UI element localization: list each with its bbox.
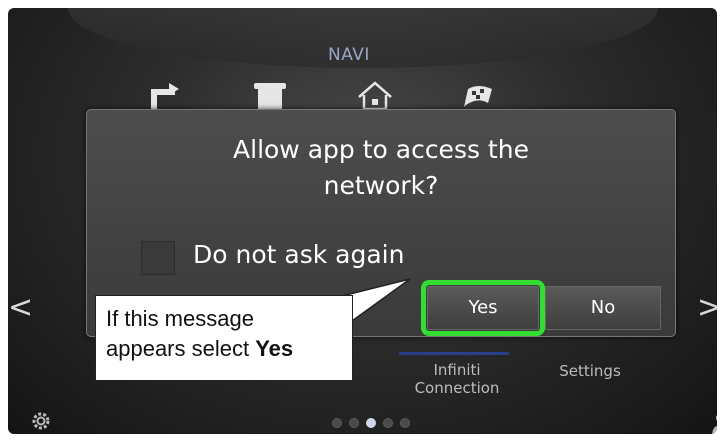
page-dot <box>349 418 359 428</box>
page-dot <box>383 418 393 428</box>
infiniti-connection-button[interactable]: Infiniti Connection <box>407 361 507 397</box>
page-dot <box>400 418 410 428</box>
dialog-title: Allow app to access the network? <box>87 132 675 204</box>
callout-tail-joint <box>333 303 351 319</box>
navi-title: NAVI <box>328 45 370 65</box>
callout-line-2-prefix: appears select <box>106 336 256 361</box>
destination-flag-icon[interactable] <box>458 79 498 111</box>
page-indicator <box>332 418 410 428</box>
callout-line-2: appears select Yes <box>106 334 342 364</box>
next-page-arrow[interactable]: > <box>697 293 717 323</box>
do-not-ask-again-checkbox[interactable] <box>141 241 175 275</box>
callout-yes-emphasis: Yes <box>255 336 294 361</box>
page-dot <box>332 418 342 428</box>
dialog-title-text: Allow app to access the network? <box>233 135 529 200</box>
instruction-callout: If this message appears select Yes <box>95 295 353 381</box>
back-icon[interactable] <box>145 79 185 111</box>
yes-button[interactable]: Yes <box>421 280 545 336</box>
gear-icon[interactable] <box>30 410 52 432</box>
infiniti-connection-highlight <box>399 352 509 355</box>
do-not-ask-again-label: Do not ask again <box>193 240 405 269</box>
callout-line-1: If this message <box>106 306 254 331</box>
home-icon[interactable] <box>355 79 395 111</box>
no-button[interactable]: No <box>545 286 661 330</box>
page-dot-active <box>366 418 376 428</box>
settings-button[interactable]: Settings <box>545 362 635 380</box>
previous-page-arrow[interactable]: < <box>8 293 33 323</box>
user-profile-icon[interactable] <box>711 410 717 434</box>
phone-icon[interactable] <box>250 79 290 111</box>
